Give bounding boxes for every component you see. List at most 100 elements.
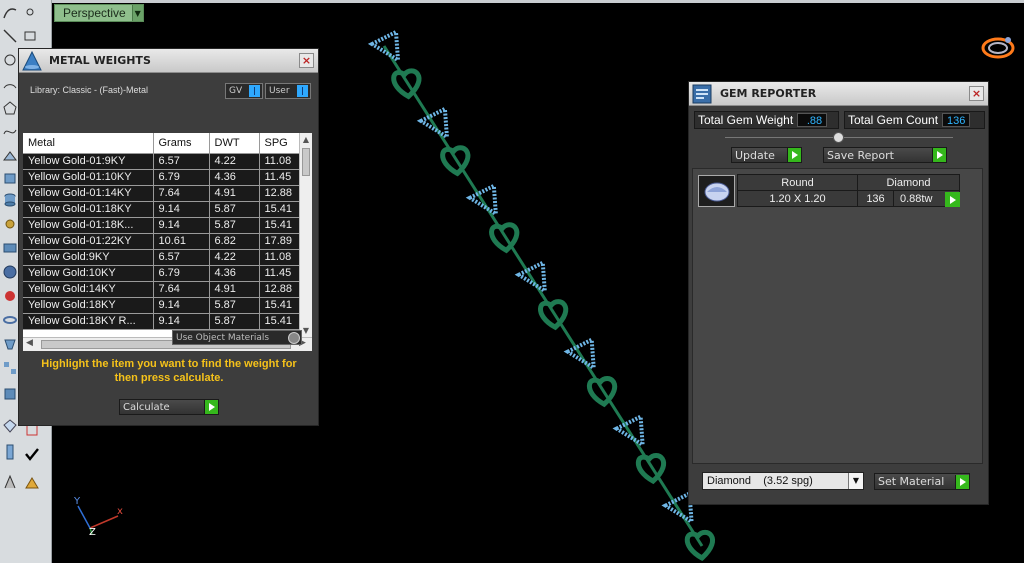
prong-tool-icon[interactable] bbox=[2, 474, 18, 490]
grams-cell: 9.14 bbox=[153, 313, 210, 330]
metal-name-cell: Yellow Gold-01:10KY bbox=[23, 169, 154, 186]
metal-table-row[interactable]: Yellow Gold-01:14KY 7.64 4.91 12.88 bbox=[23, 185, 300, 202]
gv-toggle[interactable]: GV | bbox=[225, 83, 263, 99]
line-tool-icon[interactable] bbox=[2, 28, 18, 44]
metal-name-cell: Yellow Gold:10KY bbox=[23, 265, 154, 282]
metal-table-row[interactable]: Yellow Gold-01:18K... 9.14 5.87 15.41 bbox=[23, 217, 300, 234]
gem-list-area: Round Diamond 1.20 X 1.20 136 0.88tw bbox=[692, 168, 983, 464]
axis-label-x: x bbox=[117, 506, 123, 517]
arc-tool-icon[interactable] bbox=[2, 76, 18, 92]
check-icon[interactable] bbox=[24, 446, 40, 462]
use-object-materials-toggle[interactable]: Use Object Materials bbox=[172, 330, 302, 345]
close-icon[interactable]: × bbox=[299, 53, 314, 68]
total-gem-count-label: Total Gem Count bbox=[848, 113, 939, 127]
update-label: Update bbox=[735, 148, 775, 162]
update-button[interactable]: Update bbox=[731, 147, 802, 163]
metal-name-cell: Yellow Gold-01:18KY bbox=[23, 201, 154, 218]
total-gem-count-box: Total Gem Count 136 bbox=[844, 111, 985, 129]
spline-tool-icon[interactable] bbox=[2, 124, 18, 140]
total-gem-count-value: 136 bbox=[942, 113, 971, 127]
spg-cell: 15.41 bbox=[259, 217, 300, 234]
gem-list-item[interactable]: Round Diamond 1.20 X 1.20 136 0.88tw bbox=[698, 174, 960, 208]
box-tool-icon[interactable] bbox=[2, 170, 18, 186]
column-header-grams[interactable]: Grams bbox=[153, 133, 210, 154]
ruler-tool-icon[interactable] bbox=[2, 444, 18, 460]
grams-cell: 9.14 bbox=[153, 201, 210, 218]
grams-cell: 7.64 bbox=[153, 185, 210, 202]
user-label: User bbox=[269, 86, 290, 96]
array-tool-icon[interactable] bbox=[2, 360, 18, 376]
material-select-value: Diamond (3.52 spg) bbox=[707, 475, 813, 487]
gem-select-button[interactable] bbox=[945, 192, 960, 207]
close-icon[interactable]: × bbox=[969, 86, 984, 101]
cylinder-tool-icon[interactable] bbox=[2, 192, 18, 208]
dwt-cell: 6.82 bbox=[209, 233, 260, 250]
metal-table-row[interactable]: Yellow Gold:14KY 7.64 4.91 12.88 bbox=[23, 281, 300, 298]
dwt-cell: 4.22 bbox=[209, 153, 260, 170]
circle-tool-icon[interactable] bbox=[2, 52, 18, 68]
grams-cell: 6.57 bbox=[153, 249, 210, 266]
gear-tool-icon[interactable] bbox=[2, 216, 18, 232]
metal-weights-panel: METAL WEIGHTS × Library: Classic - (Fast… bbox=[18, 48, 319, 426]
column-header-metal[interactable]: Metal bbox=[23, 133, 154, 154]
material-select[interactable]: Diamond (3.52 spg) ▼ bbox=[702, 472, 864, 490]
dwt-cell: 5.87 bbox=[209, 297, 260, 314]
curve-tool-icon[interactable] bbox=[2, 4, 18, 20]
vscroll-thumb[interactable] bbox=[302, 148, 310, 176]
scroll-left-icon[interactable]: ◀ bbox=[26, 338, 33, 348]
metal-table: Metal Grams DWT SPG Yellow Gold-01:9KY 6.… bbox=[23, 133, 300, 330]
polygon-tool-icon[interactable] bbox=[2, 100, 18, 116]
spg-cell: 15.41 bbox=[259, 201, 300, 218]
save-report-button[interactable]: Save Report bbox=[823, 147, 947, 163]
metal-table-row[interactable]: Yellow Gold:10KY 6.79 4.36 11.45 bbox=[23, 265, 300, 282]
gem-reporter-titlebar[interactable]: GEM REPORTER × bbox=[689, 82, 988, 106]
spg-cell: 15.41 bbox=[259, 297, 300, 314]
metal-weights-titlebar[interactable]: METAL WEIGHTS × bbox=[19, 49, 318, 73]
gem-shape: Round bbox=[737, 174, 858, 191]
gem-reporter-icon bbox=[692, 84, 712, 103]
metal-table-vscrollbar[interactable]: ▲ ▼ bbox=[299, 133, 312, 337]
column-header-dwt[interactable]: DWT bbox=[209, 133, 260, 154]
sphere-tool-icon[interactable] bbox=[2, 264, 18, 280]
dwt-cell: 4.91 bbox=[209, 281, 260, 298]
dwt-cell: 4.91 bbox=[209, 185, 260, 202]
calculate-button[interactable]: Calculate bbox=[119, 399, 219, 415]
user-toggle[interactable]: User | bbox=[265, 83, 311, 99]
library-label: Library: Classic - (Fast)-Metal bbox=[30, 85, 149, 95]
metal-name-cell: Yellow Gold-01:22KY bbox=[23, 233, 154, 250]
point-tool-icon[interactable] bbox=[22, 4, 38, 20]
cube-tool-icon[interactable] bbox=[2, 386, 18, 402]
ring-model-icon[interactable] bbox=[978, 30, 1018, 64]
surface-tool-icon[interactable] bbox=[2, 148, 18, 164]
metal-table-row[interactable]: Yellow Gold-01:18KY 9.14 5.87 15.41 bbox=[23, 201, 300, 218]
extrude-tool-icon[interactable] bbox=[2, 336, 18, 352]
set-material-label: Set Material bbox=[878, 475, 945, 488]
grams-cell: 9.14 bbox=[153, 297, 210, 314]
metal-table-row[interactable]: Yellow Gold-01:9KY 6.57 4.22 11.08 bbox=[23, 153, 300, 170]
metal-table-row[interactable]: Yellow Gold-01:10KY 6.79 4.36 11.45 bbox=[23, 169, 300, 186]
rectangle-tool-icon[interactable] bbox=[22, 28, 38, 44]
scroll-up-icon[interactable]: ▲ bbox=[300, 133, 312, 146]
spg-cell: 12.88 bbox=[259, 281, 300, 298]
color-tool-icon[interactable] bbox=[2, 288, 18, 304]
column-header-spg[interactable]: SPG bbox=[259, 133, 300, 154]
gem-thumbnail-icon bbox=[698, 175, 735, 207]
metal-table-row[interactable]: Yellow Gold-01:22KY 10.61 6.82 17.89 bbox=[23, 233, 300, 250]
chevron-down-icon[interactable]: ▼ bbox=[848, 473, 863, 489]
set-material-button[interactable]: Set Material bbox=[874, 473, 970, 490]
metal-table-row[interactable]: Yellow Gold:18KY R... 9.14 5.87 15.41 bbox=[23, 313, 300, 330]
torus-tool-icon[interactable] bbox=[2, 312, 18, 328]
grams-cell: 10.61 bbox=[153, 233, 210, 250]
boolean-tool-icon[interactable] bbox=[2, 240, 18, 256]
metal-table-row[interactable]: Yellow Gold:18KY 9.14 5.87 15.41 bbox=[23, 297, 300, 314]
go-arrow-icon bbox=[787, 148, 801, 162]
gem-tool-icon[interactable] bbox=[2, 418, 18, 434]
splitter-handle-icon[interactable] bbox=[833, 132, 844, 143]
metal-name-cell: Yellow Gold-01:14KY bbox=[23, 185, 154, 202]
render-tool-icon[interactable] bbox=[24, 476, 40, 492]
metal-name-cell: Yellow Gold:14KY bbox=[23, 281, 154, 298]
metal-table-header: Metal Grams DWT SPG bbox=[23, 133, 300, 154]
metal-name-cell: Yellow Gold-01:18K... bbox=[23, 217, 154, 234]
metal-table-row[interactable]: Yellow Gold:9KY 6.57 4.22 11.08 bbox=[23, 249, 300, 266]
metal-name-cell: Yellow Gold:18KY bbox=[23, 297, 154, 314]
